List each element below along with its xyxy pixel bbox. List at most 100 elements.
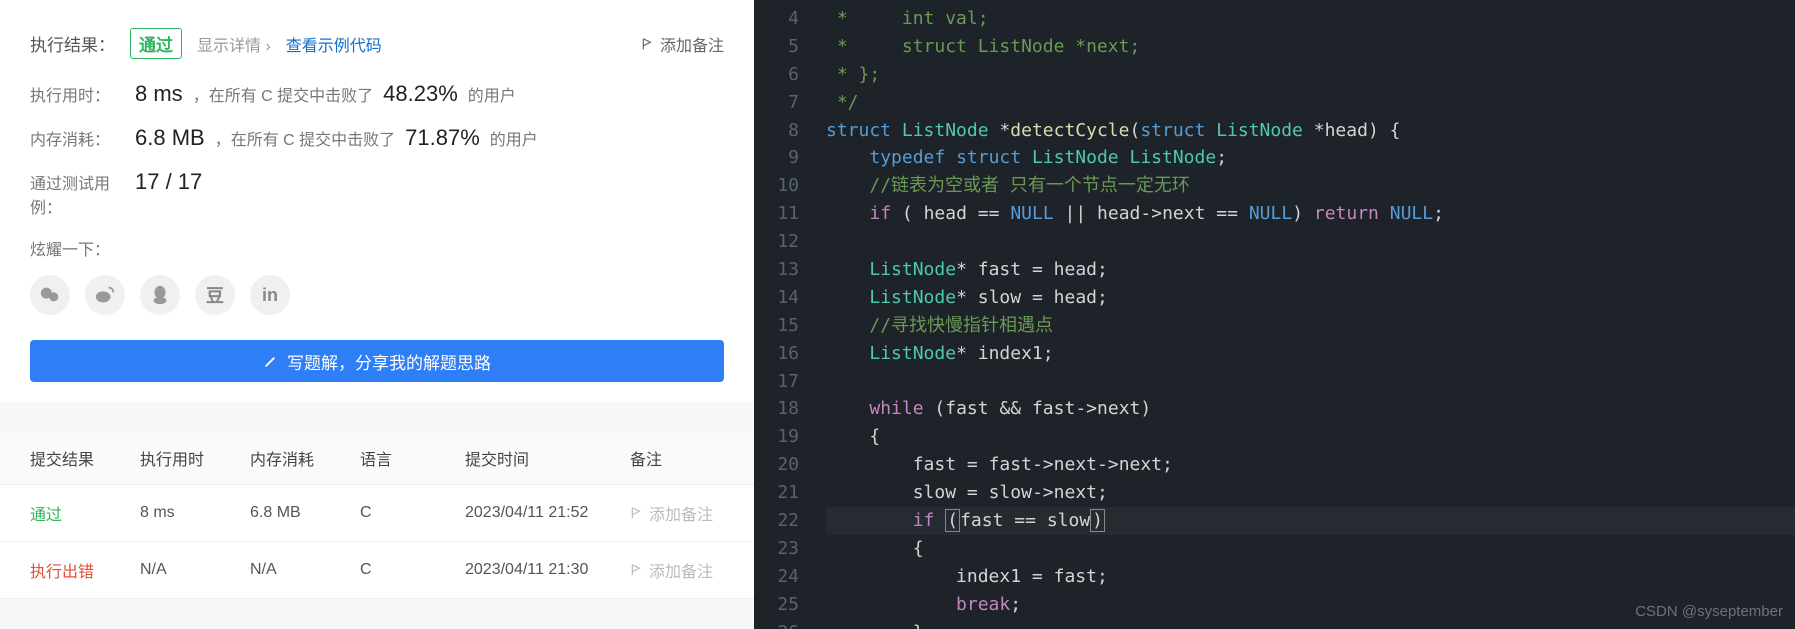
line-number: 19 — [754, 423, 799, 451]
write-solution-button[interactable]: 写题解，分享我的解题思路 — [30, 340, 724, 382]
th-mem: 内存消耗 — [250, 446, 360, 470]
line-number: 12 — [754, 228, 799, 256]
time-percent: 48.23% — [383, 81, 458, 107]
line-number: 22 — [754, 507, 799, 535]
code-line[interactable]: { — [826, 535, 1795, 563]
code-content[interactable]: * int val; * struct ListNode *next; * };… — [814, 0, 1795, 629]
code-line[interactable]: //寻找快慢指针相遇点 — [826, 312, 1795, 340]
time-value: 8 ms — [135, 81, 183, 107]
line-number: 20 — [754, 451, 799, 479]
mem-desc-b: 的用户 — [490, 126, 538, 150]
add-note-button[interactable]: 添加备注 — [641, 32, 724, 56]
line-number: 5 — [754, 33, 799, 61]
code-line[interactable]: slow = slow->next; — [826, 479, 1795, 507]
watermark: CSDN @syseptember — [1635, 600, 1783, 623]
mem-desc-a: ，在所有 C 提交中击败了 — [215, 126, 395, 150]
add-note-label: 添加备注 — [660, 32, 724, 56]
th-time: 执行用时 — [140, 446, 250, 470]
line-number: 17 — [754, 368, 799, 396]
mem-value: 6.8 MB — [135, 125, 205, 151]
status-badge: 通过 — [130, 28, 182, 59]
code-line[interactable]: while (fast && fast->next) — [826, 395, 1795, 423]
line-number: 7 — [754, 89, 799, 117]
mem-label: 内存消耗： — [30, 126, 125, 150]
cell-lang: C — [360, 504, 465, 522]
share-icons: 豆 in — [30, 275, 724, 315]
cell-result[interactable]: 执行出错 — [30, 558, 140, 582]
results-panel: 执行结果： 通过 显示详情 查看示例代码 添加备注 执行用时： 8 ms ，在所… — [0, 0, 754, 629]
th-date: 提交时间 — [465, 446, 630, 470]
line-number: 21 — [754, 479, 799, 507]
line-number: 10 — [754, 172, 799, 200]
cell-result[interactable]: 通过 — [30, 501, 140, 525]
code-line[interactable]: * struct ListNode *next; — [826, 33, 1795, 61]
show-detail-link[interactable]: 显示详情 — [197, 32, 271, 56]
table-header: 提交结果 执行用时 内存消耗 语言 提交时间 备注 — [0, 432, 754, 485]
code-line[interactable]: struct ListNode *detectCycle(struct List… — [826, 117, 1795, 145]
flag-icon — [641, 37, 655, 51]
flag-icon — [630, 506, 644, 520]
time-metric: 执行用时： 8 ms ，在所有 C 提交中击败了 48.23% 的用户 — [30, 81, 724, 107]
code-line[interactable]: ListNode* index1; — [826, 340, 1795, 368]
code-line[interactable]: */ — [826, 89, 1795, 117]
line-gutter: 4567891011121314151617181920212223242526… — [754, 0, 814, 629]
code-line[interactable]: * }; — [826, 61, 1795, 89]
time-desc-b: 的用户 — [468, 82, 516, 106]
code-line[interactable]: fast = fast->next->next; — [826, 451, 1795, 479]
cell-date: 2023/04/11 21:30 — [465, 561, 630, 579]
time-desc-a: ，在所有 C 提交中击败了 — [193, 82, 373, 106]
code-editor[interactable]: 4567891011121314151617181920212223242526… — [754, 0, 1795, 629]
table-row[interactable]: 执行出错N/AN/AC2023/04/11 21:30 添加备注 — [0, 542, 754, 599]
result-label: 执行结果： — [30, 31, 115, 56]
pencil-icon — [263, 353, 279, 369]
table-row[interactable]: 通过8 ms6.8 MBC2023/04/11 21:52 添加备注 — [0, 485, 754, 542]
submissions-table: 提交结果 执行用时 内存消耗 语言 提交时间 备注 通过8 ms6.8 MBC2… — [0, 432, 754, 599]
line-number: 16 — [754, 340, 799, 368]
code-line[interactable] — [826, 368, 1795, 396]
time-label: 执行用时： — [30, 82, 125, 106]
line-number: 13 — [754, 256, 799, 284]
line-number: 9 — [754, 144, 799, 172]
line-number: 26 — [754, 619, 799, 629]
code-line[interactable]: if ( head == NULL || head->next == NULL)… — [826, 200, 1795, 228]
code-line[interactable]: if (fast == slow) — [826, 507, 1795, 535]
th-lang: 语言 — [360, 446, 465, 470]
line-number: 23 — [754, 535, 799, 563]
line-number: 8 — [754, 117, 799, 145]
qq-icon[interactable] — [140, 275, 180, 315]
cell-lang: C — [360, 561, 465, 579]
code-line[interactable]: index1 = fast; — [826, 563, 1795, 591]
cell-add-note[interactable]: 添加备注 — [630, 558, 724, 582]
code-line[interactable]: typedef struct ListNode ListNode; — [826, 144, 1795, 172]
sample-code-link[interactable]: 查看示例代码 — [286, 32, 382, 56]
share-label: 炫耀一下： — [30, 236, 724, 260]
wechat-icon[interactable] — [30, 275, 70, 315]
cases-metric: 通过测试用例： 17 / 17 — [30, 169, 724, 218]
douban-icon[interactable]: 豆 — [195, 275, 235, 315]
cell-add-note[interactable]: 添加备注 — [630, 501, 724, 525]
code-line[interactable]: * int val; — [826, 5, 1795, 33]
code-line[interactable]: { — [826, 423, 1795, 451]
cases-label: 通过测试用例： — [30, 170, 125, 218]
code-line[interactable] — [826, 228, 1795, 256]
th-note: 备注 — [630, 446, 724, 470]
line-number: 15 — [754, 312, 799, 340]
weibo-icon[interactable] — [85, 275, 125, 315]
cell-time: 8 ms — [140, 504, 250, 522]
mem-metric: 内存消耗： 6.8 MB ，在所有 C 提交中击败了 71.87% 的用户 — [30, 125, 724, 151]
cell-date: 2023/04/11 21:52 — [465, 504, 630, 522]
code-line[interactable]: ListNode* slow = head; — [826, 284, 1795, 312]
cell-mem: 6.8 MB — [250, 504, 360, 522]
code-line[interactable]: ListNode* fast = head; — [826, 256, 1795, 284]
linkedin-icon[interactable]: in — [250, 275, 290, 315]
flag-icon — [630, 563, 644, 577]
line-number: 25 — [754, 591, 799, 619]
result-card: 执行结果： 通过 显示详情 查看示例代码 添加备注 执行用时： 8 ms ，在所… — [0, 0, 754, 402]
th-result: 提交结果 — [30, 446, 140, 470]
line-number: 24 — [754, 563, 799, 591]
cell-time: N/A — [140, 561, 250, 579]
write-solution-label: 写题解，分享我的解题思路 — [287, 349, 491, 374]
code-line[interactable]: //链表为空或者 只有一个节点一定无环 — [826, 172, 1795, 200]
line-number: 11 — [754, 200, 799, 228]
mem-percent: 71.87% — [405, 125, 480, 151]
